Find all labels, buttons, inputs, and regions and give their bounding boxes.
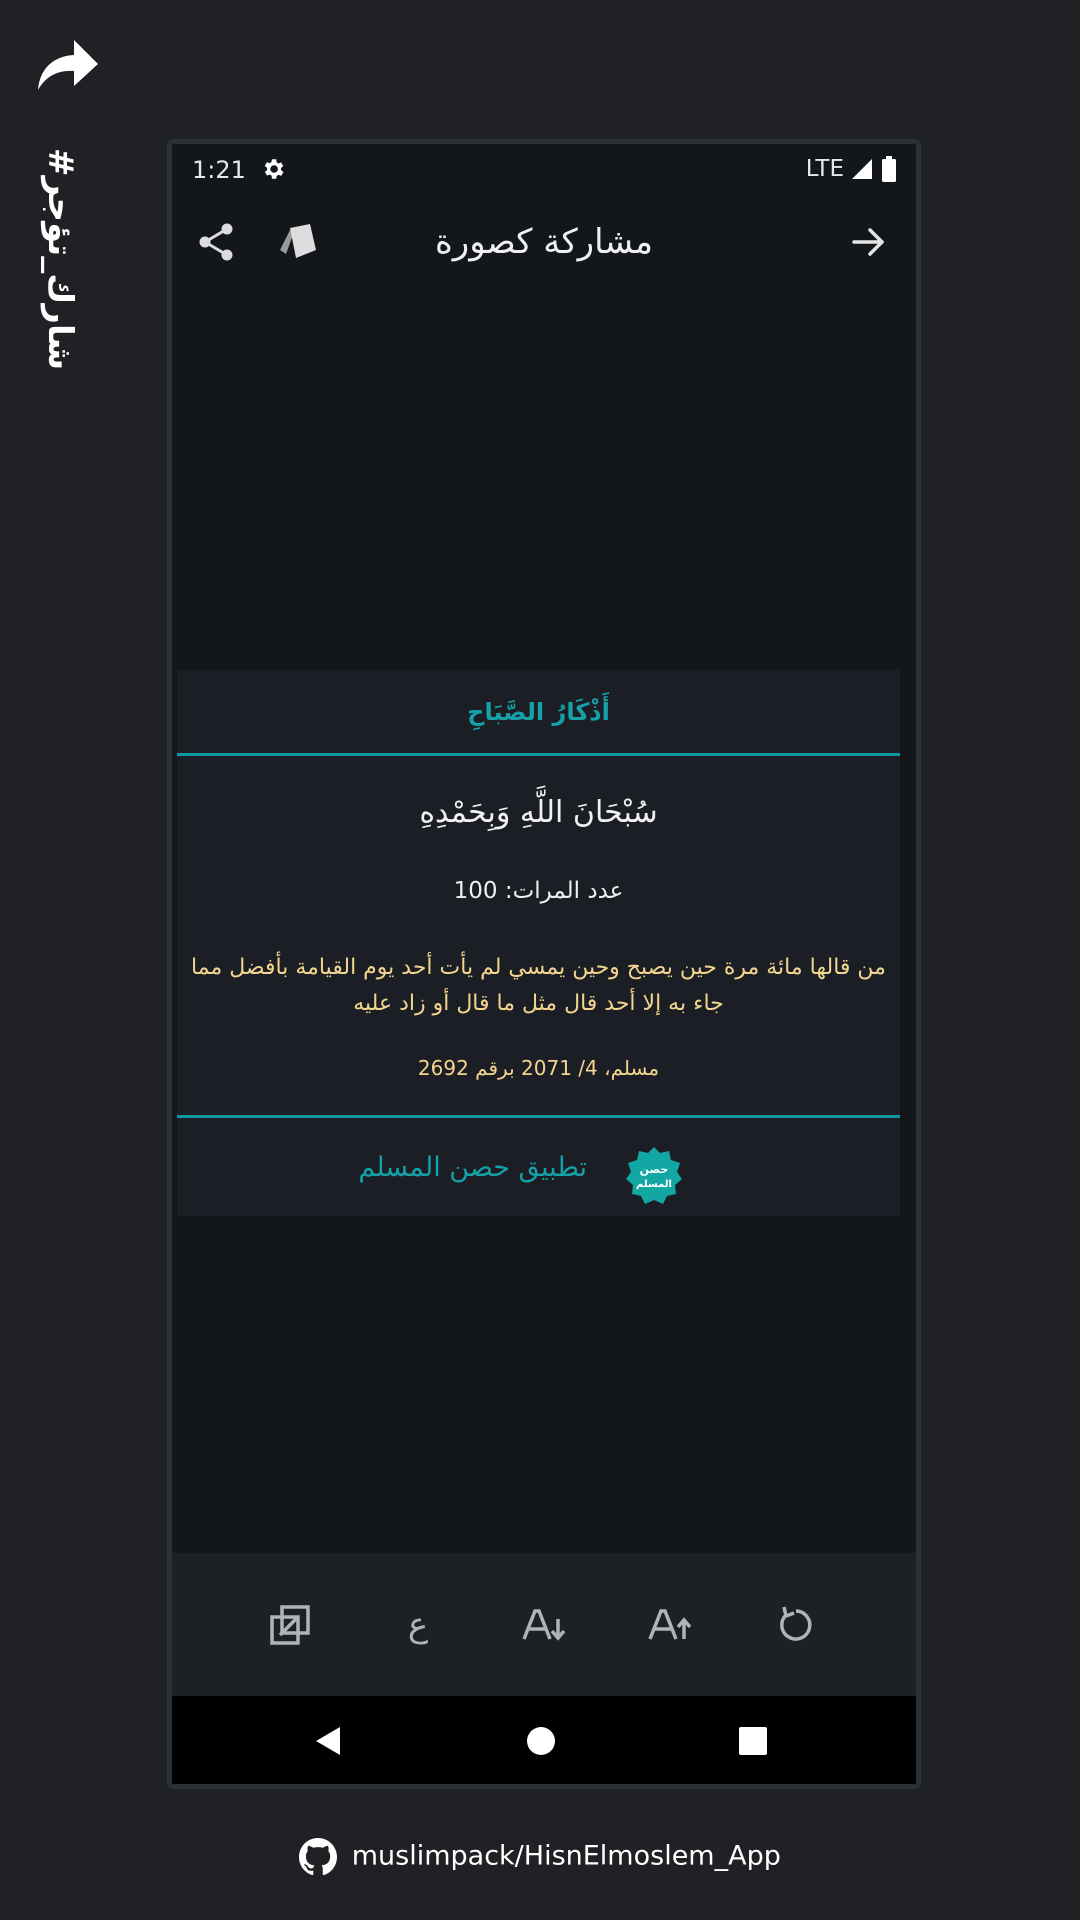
card-top-divider — [177, 753, 900, 756]
github-icon — [299, 1838, 338, 1876]
github-link[interactable]: muslimpack/HisnElmoslem_App — [0, 1838, 1080, 1876]
card-bottom-divider — [177, 1115, 900, 1118]
phone-frame: 1:21 LTE مشاركة كصورة أَذْكَارُ الصَّبَا… — [167, 139, 921, 1789]
font-increase-icon[interactable] — [646, 1601, 694, 1649]
logo-text-bottom: المسلم — [636, 1179, 672, 1190]
copy-icon[interactable] — [266, 1601, 314, 1649]
font-decrease-icon[interactable] — [520, 1601, 568, 1649]
reset-icon[interactable] — [772, 1601, 820, 1649]
zikr-source: مسلم، 4/ 2071 برقم 2692 — [417, 1056, 660, 1080]
nav-recents-icon[interactable] — [736, 1724, 770, 1758]
nav-back-icon[interactable] — [312, 1724, 346, 1758]
status-time: 1:21 — [192, 156, 246, 184]
zikr-virtue: من قالها مائة مرة حين يصبح وحين يمسي لم … — [191, 955, 886, 1016]
arabic-letter-icon[interactable]: ع — [394, 1601, 442, 1649]
share-hashtag: #شارك_تؤجر — [40, 148, 80, 371]
bottom-toolbar: ع — [172, 1553, 916, 1696]
logo-text-top: حصن — [640, 1163, 669, 1176]
repeat-count: عدد المرات: 100 — [453, 878, 624, 904]
zikr-card: أَذْكَارُ الصَّبَاحِ سُبْحَانَ اللَّهِ و… — [177, 670, 900, 1216]
zikr-text: سُبْحَانَ اللَّهِ وَبِحَمْدِهِ — [419, 795, 658, 830]
battery-icon — [882, 156, 896, 182]
network-type: LTE — [805, 156, 844, 182]
status-bar: 1:21 LTE — [172, 144, 916, 194]
promo-share: #شارك_تؤجر — [22, 38, 102, 370]
github-repo-text: muslimpack/HisnElmoslem_App — [351, 1840, 781, 1872]
app-bar: مشاركة كصورة — [172, 194, 916, 294]
app-name-label: تطبيق حصن المسلم — [358, 1152, 587, 1183]
app-logo-icon: حصن المسلم — [626, 1147, 682, 1204]
card-title: أَذْكَارُ الصَّبَاحِ — [467, 698, 610, 726]
settings-gear-icon — [264, 159, 284, 179]
signal-icon — [852, 159, 872, 179]
back-arrow-icon[interactable] — [848, 222, 888, 262]
page-title: مشاركة كصورة — [434, 222, 653, 262]
share-arrow-icon — [38, 40, 98, 90]
system-nav-bar — [172, 1696, 916, 1784]
nav-home-icon[interactable] — [524, 1724, 558, 1758]
